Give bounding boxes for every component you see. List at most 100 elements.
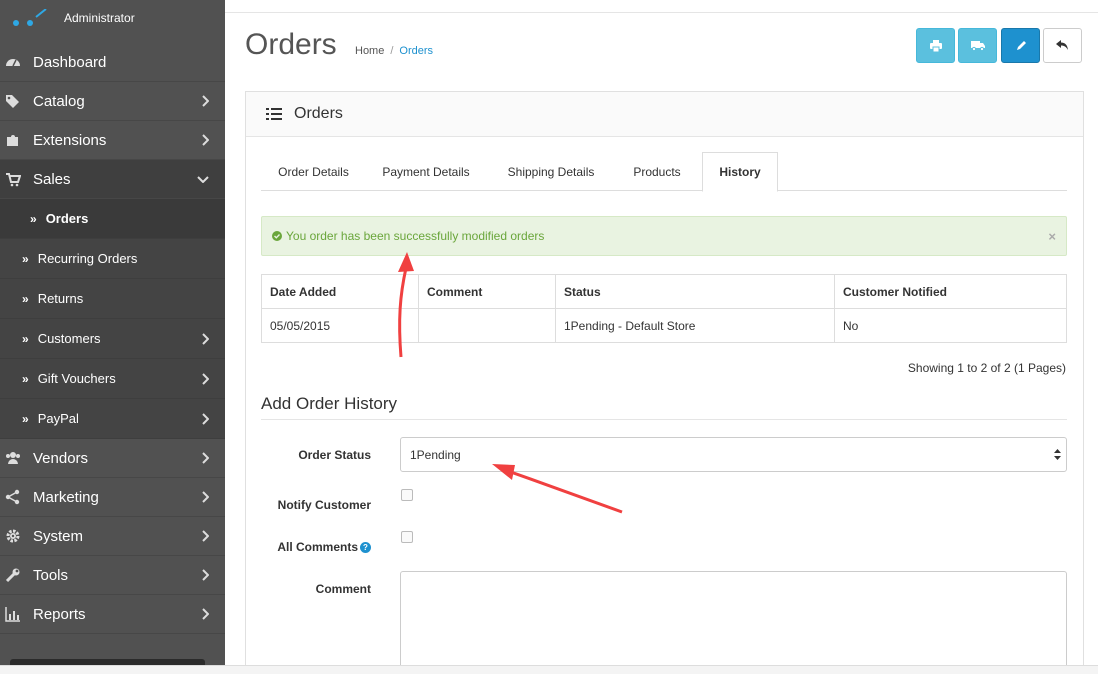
- chevron-right-icon: [202, 491, 209, 503]
- sidebar-item-marketing[interactable]: Marketing: [0, 478, 225, 517]
- sidebar-subitem-returns[interactable]: » Returns: [0, 279, 225, 319]
- chevron-right-icon: [202, 412, 209, 425]
- sidebar-subitem-recurring-orders[interactable]: » Recurring Orders: [0, 239, 225, 279]
- puzzle-icon: [7, 135, 18, 146]
- bar-chart-icon: [5, 607, 20, 622]
- help-icon[interactable]: ?: [360, 542, 371, 554]
- sidebar-item-tools[interactable]: Tools: [0, 556, 225, 595]
- sidebar-item-system[interactable]: System: [0, 517, 225, 556]
- double-chevron-icon: »: [22, 371, 29, 386]
- tab-bar: Order Details Payment Details Shipping D…: [261, 152, 1067, 192]
- pagination-info: Showing 1 to 2 of 2 (1 Pages): [907, 361, 1066, 375]
- shipping-button[interactable]: [958, 28, 997, 63]
- success-alert: You order has been successfully modified…: [261, 216, 1067, 256]
- column-header-customer-notified[interactable]: Customer Notified: [834, 274, 1067, 309]
- header-divider: [225, 12, 1098, 13]
- double-chevron-icon: »: [30, 211, 37, 226]
- breadcrumb-orders[interactable]: Orders: [399, 45, 433, 57]
- pencil-icon: [1016, 40, 1026, 50]
- sidebar-item-extensions[interactable]: Extensions: [0, 121, 225, 160]
- tab-payment-details[interactable]: Payment Details: [366, 152, 486, 191]
- sidebar-subitem-gift-vouchers[interactable]: » Gift Vouchers: [0, 359, 225, 399]
- comment-textarea[interactable]: [400, 571, 1067, 674]
- sidebar-item-label: Vendors: [33, 449, 89, 467]
- truck-icon: [970, 41, 985, 51]
- chevron-right-icon: [202, 332, 209, 345]
- order-status-value: 1Pending: [410, 447, 461, 462]
- sidebar-item-label: Marketing: [33, 488, 99, 506]
- chevron-down-icon: [197, 176, 209, 183]
- sidebar-subitem-label: Orders: [45, 211, 89, 226]
- chevron-right-icon: [202, 452, 209, 464]
- double-chevron-icon: »: [22, 411, 29, 426]
- sidebar-item-label: Reports: [33, 605, 86, 623]
- bottom-scroll-strip: [0, 665, 1098, 674]
- sidebar-subitem-orders[interactable]: » Orders: [0, 199, 225, 239]
- select-arrows-icon: [1054, 449, 1061, 460]
- wrench-icon: [5, 568, 20, 583]
- sidebar-subitem-paypal[interactable]: » PayPal: [0, 399, 225, 439]
- sidebar-item-catalog[interactable]: Catalog: [0, 82, 225, 121]
- history-table: Date Added Comment Status Customer Notif…: [261, 274, 1067, 343]
- notify-customer-label: Notify Customer: [277, 498, 371, 512]
- column-header-status[interactable]: Status: [555, 274, 835, 309]
- logo-icon: [13, 9, 47, 26]
- all-comments-checkbox[interactable]: [401, 531, 413, 543]
- cog-icon: [6, 529, 20, 543]
- cell-comment: [418, 308, 556, 343]
- sidebar-item-label: Extensions: [33, 131, 107, 149]
- sidebar-item-label: System: [33, 527, 84, 545]
- tab-shipping-details[interactable]: Shipping Details: [486, 152, 616, 191]
- notify-customer-checkbox[interactable]: [401, 489, 413, 501]
- sidebar-item-sales[interactable]: Sales: [0, 160, 225, 199]
- chevron-right-icon: [202, 569, 209, 581]
- alert-message: You order has been successfully modified…: [286, 229, 545, 243]
- table-header-row: Date Added Comment Status Customer Notif…: [261, 274, 1067, 309]
- print-button[interactable]: [916, 28, 955, 63]
- sidebar-item-dashboard[interactable]: Dashboard: [0, 43, 225, 82]
- back-button[interactable]: [1043, 28, 1082, 63]
- orders-panel: Orders Order Details Payment Details Shi…: [245, 91, 1084, 674]
- check-circle-icon: [272, 231, 282, 241]
- tab-products[interactable]: Products: [616, 152, 698, 191]
- cell-status: 1Pending - Default Store: [555, 308, 835, 343]
- chevron-right-icon: [202, 530, 209, 542]
- main-content: Orders Home / Orders Orders Order Details …: [225, 0, 1098, 674]
- sidebar-subitem-label: Gift Vouchers: [37, 371, 116, 386]
- cell-customer-notified: No: [834, 308, 1067, 343]
- dashboard-icon: [6, 59, 20, 67]
- sidebar-item-reports[interactable]: Reports: [0, 595, 225, 634]
- print-icon: [929, 39, 942, 52]
- order-status-select[interactable]: 1Pending: [400, 437, 1067, 472]
- chevron-right-icon: [202, 134, 209, 146]
- table-row: 05/05/2015 1Pending - Default Store No: [261, 308, 1067, 343]
- sidebar-subitem-label: Customers: [37, 331, 101, 346]
- panel-heading: Orders: [246, 92, 1083, 137]
- sidebar-subitem-customers[interactable]: » Customers: [0, 319, 225, 359]
- chevron-right-icon: [202, 95, 209, 107]
- list-icon: [266, 108, 282, 120]
- cell-date-added: 05/05/2015: [261, 308, 419, 343]
- double-chevron-icon: »: [22, 291, 29, 306]
- comment-label: Comment: [315, 582, 371, 596]
- sidebar-subitem-label: Returns: [37, 291, 84, 306]
- sidebar-item-label: Sales: [33, 170, 71, 188]
- double-chevron-icon: »: [22, 331, 29, 346]
- sidebar-brand: Administrator: [0, 0, 225, 43]
- sidebar-subitem-label: PayPal: [37, 411, 79, 426]
- sidebar-item-vendors[interactable]: Vendors: [0, 439, 225, 478]
- column-header-date-added[interactable]: Date Added: [261, 274, 419, 309]
- all-comments-text: All Comments: [277, 540, 358, 554]
- tab-history[interactable]: History: [702, 152, 778, 192]
- user-role: Administrator: [64, 11, 135, 25]
- breadcrumb-home[interactable]: Home: [355, 45, 384, 57]
- form-legend: Add Order History: [261, 394, 1067, 420]
- sidebar-item-label: Dashboard: [33, 53, 107, 71]
- reply-icon: [1056, 40, 1068, 50]
- close-icon[interactable]: ×: [1048, 229, 1056, 244]
- chevron-right-icon: [202, 608, 209, 620]
- tab-order-details[interactable]: Order Details: [261, 152, 366, 191]
- edit-button[interactable]: [1001, 28, 1040, 63]
- users-icon: [6, 452, 20, 464]
- column-header-comment[interactable]: Comment: [418, 274, 556, 309]
